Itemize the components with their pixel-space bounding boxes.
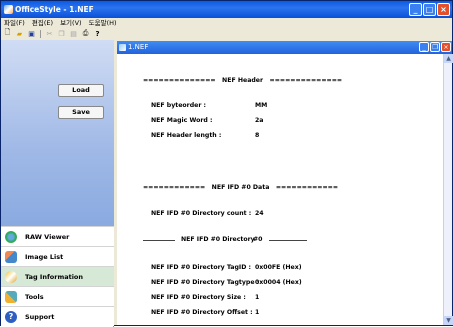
save-button[interactable]: Save xyxy=(58,106,104,119)
scroll-down-icon[interactable]: ▼ xyxy=(444,316,453,325)
offset-value: 1 xyxy=(255,309,260,316)
toolbar: 🗋 ▰ ▣ ✂ ❐ ▤ ⎙ ? xyxy=(1,28,452,39)
tagtype-value: 0x0004 (Hex) xyxy=(255,279,302,286)
paste-icon[interactable]: ▤ xyxy=(69,29,78,38)
size-label: NEF IFD #0 Directory Size : xyxy=(151,294,246,301)
tag-info-icon xyxy=(5,270,17,283)
menu-file[interactable]: 파일(F) xyxy=(4,19,25,27)
cut-icon[interactable]: ✂ xyxy=(45,29,54,38)
left-panel: Load Save RAW Viewer Image List Tag Info… xyxy=(1,40,114,327)
header-length-label: NEF Header length : xyxy=(151,132,222,139)
document-content: ============== NEF Header ==============… xyxy=(117,54,443,325)
magic-value: 2a xyxy=(255,117,264,124)
menu-help[interactable]: 도움말(H) xyxy=(89,19,117,27)
nav-item-raw-viewer[interactable]: RAW Viewer xyxy=(1,226,114,246)
scroll-up-icon[interactable]: ▲ xyxy=(444,54,453,63)
title-bar[interactable]: OfficeStyle - 1.NEF _ □ × xyxy=(1,1,452,18)
nav-item-image-list[interactable]: Image List xyxy=(1,246,114,266)
dircount-value: 24 xyxy=(255,210,264,217)
tools-icon xyxy=(5,290,17,303)
nav-item-support[interactable]: ? Support xyxy=(1,306,114,326)
nav-item-tools[interactable]: Tools xyxy=(1,286,114,306)
help-icon[interactable]: ? xyxy=(93,29,102,38)
nav-label: Tag Information xyxy=(25,272,84,281)
byteorder-value: MM xyxy=(255,102,268,109)
load-button[interactable]: Load xyxy=(58,84,104,97)
window-title: OfficeStyle - 1.NEF xyxy=(15,5,94,14)
directory-heading-number: #0 xyxy=(253,236,263,243)
print-icon[interactable]: ⎙ xyxy=(81,29,90,38)
app-icon xyxy=(4,5,13,14)
size-value: 1 xyxy=(255,294,260,301)
menu-bar: 파일(F) 편집(E) 보기(V) 도움말(H) xyxy=(1,18,452,28)
maximize-button[interactable]: □ xyxy=(423,3,436,16)
raw-viewer-icon xyxy=(5,230,17,243)
ifd-data-line: ============ NEF IFD #0 Data ===========… xyxy=(143,184,339,191)
nav-label: Tools xyxy=(25,292,44,301)
tagid-value: 0x00FE (Hex) xyxy=(255,264,302,271)
child-title: 1.NEF xyxy=(128,43,149,51)
support-icon: ? xyxy=(5,310,17,323)
nav-label: RAW Viewer xyxy=(25,232,70,241)
app-window: OfficeStyle - 1.NEF _ □ × 파일(F) 편집(E) 보기… xyxy=(0,0,453,327)
save-icon[interactable]: ▣ xyxy=(27,29,36,38)
dircount-label: NEF IFD #0 Directory count : xyxy=(151,210,252,217)
magic-label: NEF Magic Word : xyxy=(151,117,213,124)
menu-edit[interactable]: 편집(E) xyxy=(32,19,53,27)
copy-icon[interactable]: ❐ xyxy=(57,29,66,38)
child-minimize-button[interactable]: _ xyxy=(419,42,429,52)
menu-view[interactable]: 보기(V) xyxy=(60,19,81,27)
child-close-button[interactable]: × xyxy=(441,42,451,52)
close-button[interactable]: × xyxy=(437,3,450,16)
nav-label: Image List xyxy=(25,252,64,261)
tagid-label: NEF IFD #0 Directory TagID : xyxy=(151,264,251,271)
toolbar-separator xyxy=(40,29,41,38)
new-icon[interactable]: 🗋 xyxy=(3,28,12,38)
nav-item-tag-information[interactable]: Tag Information xyxy=(1,266,114,286)
divider-left xyxy=(143,240,175,241)
open-icon[interactable]: ▰ xyxy=(15,29,24,38)
document-icon xyxy=(119,44,126,51)
image-list-icon xyxy=(5,250,17,263)
directory-heading: NEF IFD #0 Directory xyxy=(181,236,255,243)
child-restore-button[interactable]: ❐ xyxy=(430,42,440,52)
mdi-area: 1.NEF _ ❐ × ============== NEF Header ==… xyxy=(117,41,453,325)
byteorder-label: NEF byteorder : xyxy=(151,102,207,109)
offset-label: NEF IFD #0 Directory Offset : xyxy=(151,309,253,316)
child-title-bar[interactable]: 1.NEF _ ❐ × xyxy=(117,41,452,54)
nav-list: RAW Viewer Image List Tag Information To… xyxy=(1,226,114,326)
header-length-value: 8 xyxy=(255,132,260,139)
nav-label: Support xyxy=(25,312,55,321)
vertical-scrollbar[interactable]: ▲ ▼ xyxy=(443,54,453,325)
minimize-button[interactable]: _ xyxy=(409,3,422,16)
divider-right xyxy=(269,240,307,241)
nef-header-line: ============== NEF Header ============== xyxy=(143,77,343,84)
tagtype-label: NEF IFD #0 Directory Tagtype : xyxy=(151,279,260,286)
panel-background: Load Save xyxy=(1,40,114,226)
